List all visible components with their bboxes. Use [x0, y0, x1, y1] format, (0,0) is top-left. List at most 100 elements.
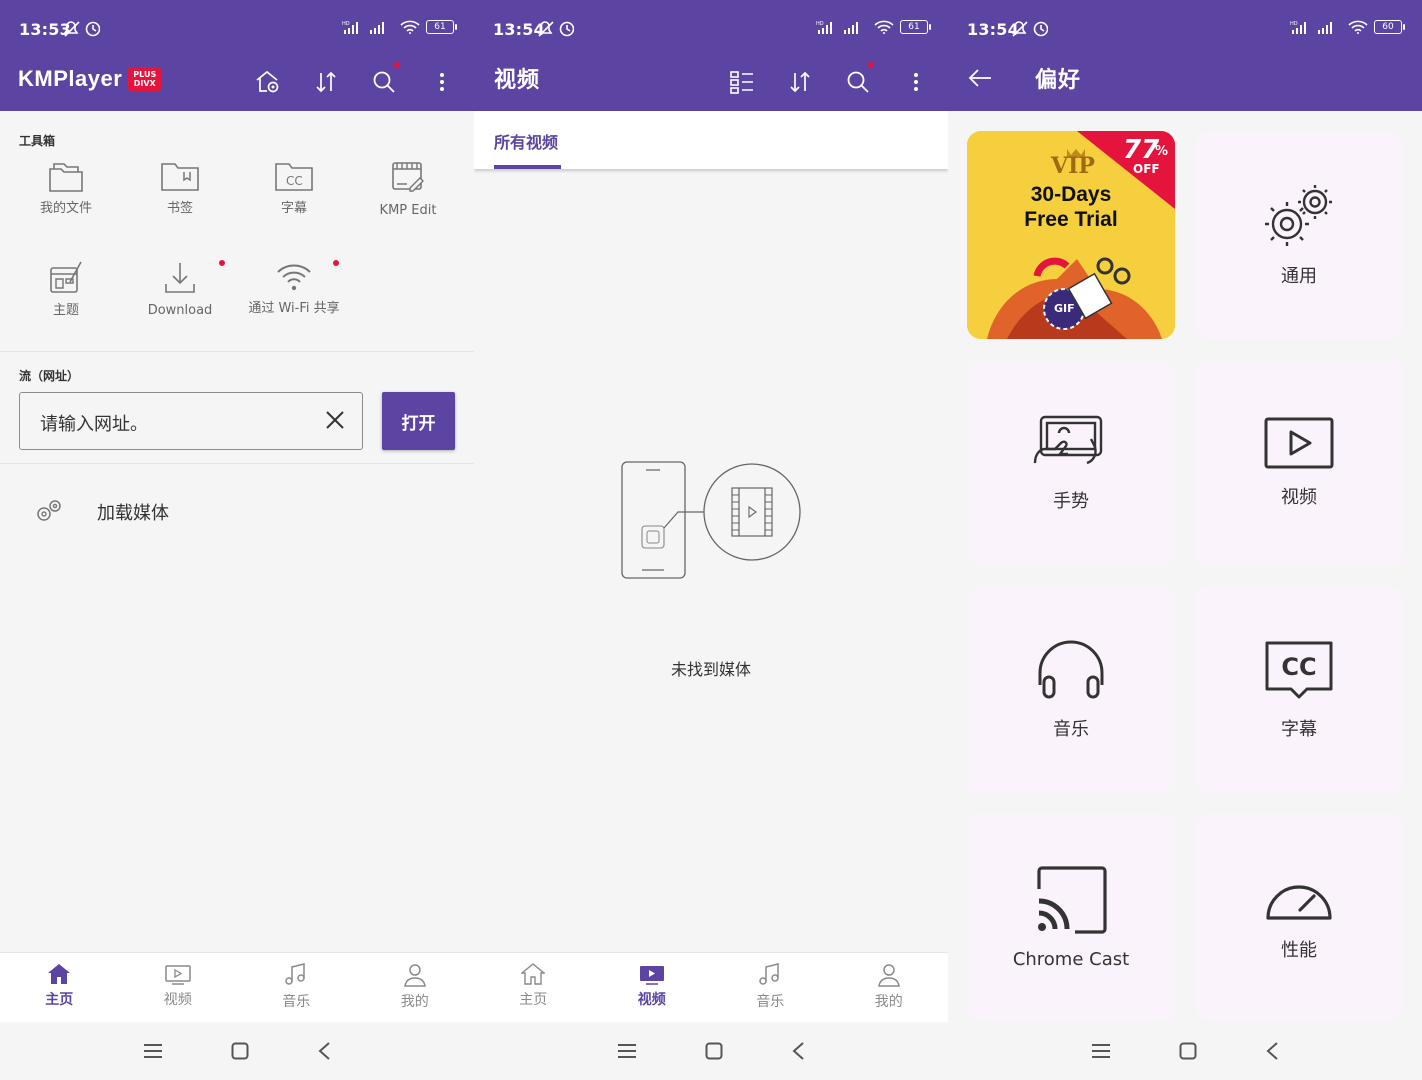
home-settings-button[interactable]: [250, 64, 286, 100]
more-button[interactable]: [898, 64, 934, 100]
notification-dot: [868, 62, 874, 68]
tool-bookmarks[interactable]: 书签: [123, 160, 237, 216]
nav-label: 主页: [45, 992, 74, 1008]
notification-dot: [219, 260, 225, 266]
kmplayer-logo: KMPlayer PLUS DIVX: [18, 66, 162, 92]
arrow-back-icon: [968, 69, 991, 87]
home-gear-icon: [256, 70, 279, 93]
tool-label: 书签: [166, 201, 193, 216]
tile-label: 通用: [1281, 266, 1317, 287]
promo-vip: VIP: [1051, 153, 1095, 179]
tile-label: 字幕: [1281, 719, 1317, 740]
svg-text:HD: HD: [816, 21, 824, 27]
nav-music[interactable]: 音乐: [711, 953, 830, 1023]
tool-label: 我的文件: [39, 201, 92, 216]
sort-button[interactable]: [782, 64, 818, 100]
tile-label: 视频: [1281, 487, 1317, 508]
nav-video[interactable]: 视频: [593, 953, 712, 1023]
home-square-icon[interactable]: [231, 1042, 249, 1060]
app-bar: KMPlayer PLUS DIVX: [0, 60, 474, 111]
back-button[interactable]: [968, 68, 992, 92]
home-square-icon[interactable]: [1179, 1042, 1197, 1060]
tool-kmp-edit[interactable]: KMP Edit: [351, 160, 465, 218]
tool-wifi-share[interactable]: 通过 Wi-Fi 共享: [237, 260, 351, 316]
url-input[interactable]: 请输入网址。: [19, 392, 363, 450]
theme-icon: [50, 261, 82, 293]
load-media-item[interactable]: 加载媒体: [0, 480, 474, 542]
back-icon[interactable]: [317, 1041, 331, 1061]
close-icon: [326, 411, 344, 429]
nav-home[interactable]: 主页: [0, 953, 119, 1023]
nav-label: 视频: [637, 992, 666, 1008]
tool-my-files[interactable]: 我的文件: [9, 160, 123, 216]
music-icon: [285, 963, 305, 985]
nav-label: 主页: [519, 992, 548, 1008]
clear-button[interactable]: [324, 409, 346, 435]
nav-label: 我的: [874, 994, 903, 1010]
gears-icon: [37, 500, 61, 521]
nav-video[interactable]: 视频: [119, 953, 238, 1023]
menu-icon[interactable]: [1091, 1043, 1111, 1059]
pref-general[interactable]: 通用: [1195, 131, 1403, 339]
toolbox-label: 工具箱: [19, 134, 56, 148]
video-screen: 13:54 HD 61 视频 所有视频 未找到媒体 主页 视频 音乐 我的: [474, 0, 948, 1080]
svg-text:HD: HD: [342, 21, 350, 27]
kmp-edit-icon: [392, 162, 424, 192]
system-nav: [0, 1022, 474, 1080]
search-button[interactable]: [366, 62, 402, 100]
mute-icon: [1011, 20, 1049, 42]
logo-text: KMPlayer: [18, 66, 123, 91]
video-play-icon: [1264, 417, 1334, 469]
pref-music[interactable]: 音乐: [967, 586, 1175, 794]
badge-line2: DIVX: [133, 79, 156, 88]
notification-dot: [333, 260, 339, 266]
pref-subtitle[interactable]: CC 字幕: [1195, 586, 1403, 794]
vip-promo-banner[interactable]: VIP 77 % OFF 30-Days Free Trial GIF: [967, 131, 1175, 339]
status-icons: HD 60: [1290, 20, 1405, 34]
nav-music[interactable]: 音乐: [237, 953, 356, 1023]
nav-home[interactable]: 主页: [474, 953, 593, 1023]
notification-dot: [394, 62, 400, 68]
tab-all-videos[interactable]: 所有视频: [494, 129, 558, 153]
search-icon: [373, 71, 395, 93]
promo-line2: Free Trial: [1024, 208, 1118, 231]
no-media-illustration: [621, 461, 801, 579]
open-button[interactable]: 打开: [382, 392, 455, 450]
menu-icon[interactable]: [143, 1043, 163, 1059]
pref-video[interactable]: 视频: [1195, 359, 1403, 567]
plus-divx-badge: PLUS DIVX: [128, 67, 162, 91]
nav-profile[interactable]: 我的: [830, 953, 949, 1023]
preferences-screen: 13:54 HD 60 偏好 VIP 77 % OFF 30-Days Free…: [948, 0, 1422, 1080]
home-square-icon[interactable]: [705, 1042, 723, 1060]
tool-label: 字幕: [280, 201, 307, 216]
tool-theme[interactable]: 主题: [9, 260, 123, 318]
folder-icon: [49, 163, 83, 192]
more-button[interactable]: [424, 64, 460, 100]
wifi-share-icon: [277, 264, 311, 291]
sort-button[interactable]: [308, 64, 344, 100]
pref-chrome-cast[interactable]: Chrome Cast: [967, 813, 1175, 1021]
search-button[interactable]: [840, 62, 876, 100]
tool-download[interactable]: Download: [123, 260, 237, 318]
divider: [0, 351, 474, 352]
download-icon: [165, 263, 195, 293]
pref-gesture[interactable]: 手势: [967, 359, 1175, 567]
nav-profile[interactable]: 我的: [356, 953, 475, 1023]
menu-icon[interactable]: [617, 1043, 637, 1059]
more-vert-icon: [440, 73, 444, 91]
status-bar: 13:53 HD 61: [0, 0, 474, 60]
badge-line1: PLUS: [133, 70, 157, 79]
gesture-icon: [1033, 415, 1103, 465]
back-icon[interactable]: [791, 1041, 805, 1061]
person-icon: [403, 964, 426, 987]
svg-text:CC: CC: [286, 174, 303, 188]
back-icon[interactable]: [1265, 1041, 1279, 1061]
promo-off: OFF: [1133, 162, 1160, 176]
tool-subtitles[interactable]: CC 字幕: [237, 160, 351, 216]
app-bar: 偏好: [948, 60, 1422, 111]
signal-icon: HD: [816, 21, 858, 34]
status-bar: 13:54 HD 60: [948, 0, 1422, 60]
tile-label: 性能: [1281, 940, 1317, 961]
view-mode-button[interactable]: [724, 64, 760, 100]
pref-performance[interactable]: 性能: [1195, 813, 1403, 1021]
